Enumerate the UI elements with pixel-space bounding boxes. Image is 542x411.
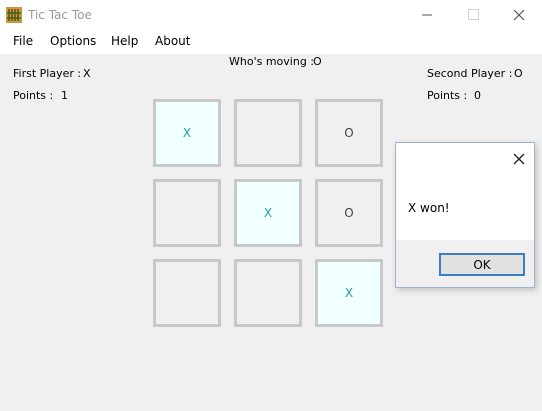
first-player-value: X — [83, 67, 91, 80]
dialog-close-icon[interactable] — [509, 149, 529, 169]
second-player-label: Second Player : — [427, 67, 513, 80]
board-cell[interactable] — [153, 179, 221, 247]
close-icon[interactable] — [496, 0, 542, 30]
dialog-footer: OK — [396, 240, 534, 287]
board-cell[interactable]: O — [315, 99, 383, 167]
first-points-value: 1 — [61, 89, 68, 102]
second-player-value: O — [514, 67, 523, 80]
result-dialog: X won! OK — [395, 142, 535, 288]
menu-bar: File Options Help About — [0, 30, 542, 54]
board-cell[interactable] — [153, 259, 221, 327]
board-cell[interactable] — [234, 259, 302, 327]
first-points-label: Points : — [13, 89, 54, 102]
maximize-icon[interactable] — [450, 0, 496, 30]
window-title: Tic Tac Toe — [28, 8, 92, 22]
board-cell[interactable]: X — [153, 99, 221, 167]
ok-button[interactable]: OK — [439, 253, 525, 276]
board-cell[interactable] — [234, 99, 302, 167]
dialog-message: X won! — [408, 201, 450, 215]
menu-file[interactable]: File — [11, 34, 35, 48]
board-cell[interactable]: X — [234, 179, 302, 247]
title-bar: Tic Tac Toe — [0, 0, 542, 30]
board-cell[interactable]: X — [315, 259, 383, 327]
second-points-value: 0 — [474, 89, 481, 102]
whos-moving-value: O — [313, 55, 322, 68]
minimize-icon[interactable] — [404, 0, 450, 30]
first-player-label: First Player : — [13, 67, 82, 80]
menu-options[interactable]: Options — [48, 34, 98, 48]
menu-about[interactable]: About — [153, 34, 192, 48]
whos-moving-label: Who's moving : — [229, 55, 314, 68]
menu-help[interactable]: Help — [109, 34, 140, 48]
second-points-label: Points : — [427, 89, 468, 102]
app-icon — [6, 7, 22, 23]
board-cell[interactable]: O — [315, 179, 383, 247]
